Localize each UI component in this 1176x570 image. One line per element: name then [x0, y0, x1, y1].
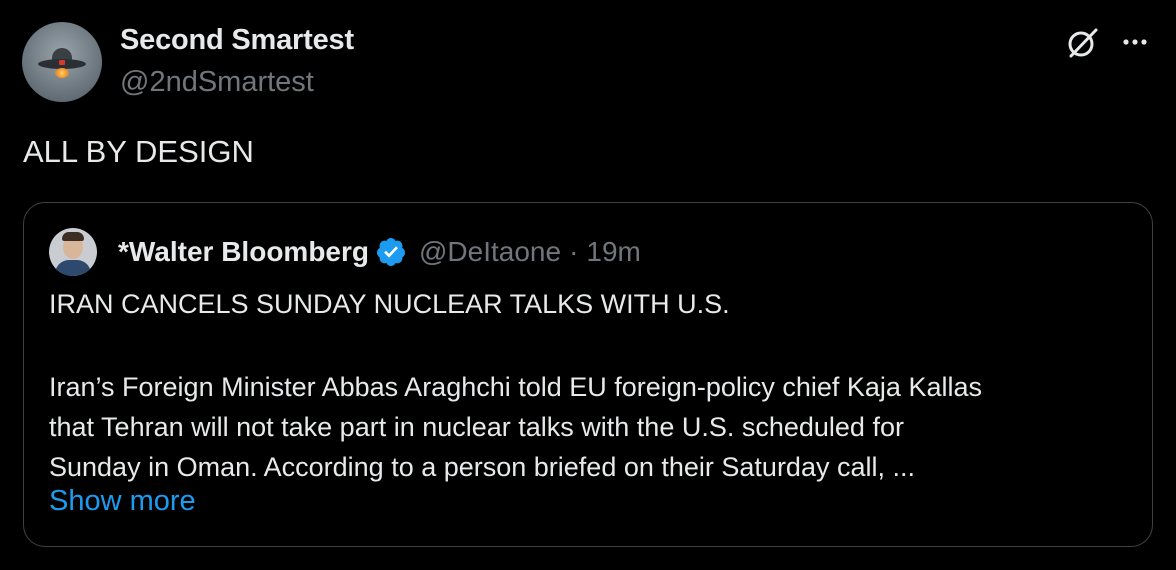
- avatar-hair-shape: [62, 232, 84, 241]
- ufo-red-light: [59, 60, 65, 65]
- quoted-post-headline: IRAN CANCELS SUNDAY NUCLEAR TALKS WITH U…: [49, 289, 730, 319]
- quoted-body-line: that Tehran will not take part in nuclea…: [49, 412, 904, 442]
- author-avatar[interactable]: [22, 22, 102, 102]
- quoted-post-header: *Walter Bloomberg @DeItaone · 19m: [118, 236, 641, 268]
- quoted-post-card[interactable]: *Walter Bloomberg @DeItaone · 19m IRAN C…: [23, 202, 1153, 547]
- author-display-name[interactable]: Second Smartest: [120, 24, 354, 57]
- verified-badge-icon: [376, 238, 405, 266]
- quoted-author-name[interactable]: *Walter Bloomberg: [118, 236, 369, 268]
- show-more-link[interactable]: Show more: [49, 485, 196, 518]
- avatar-body-shape: [55, 260, 91, 276]
- quoted-body-line: Iran’s Foreign Minister Abbas Araghchi t…: [49, 372, 982, 402]
- quoted-author-handle[interactable]: @DeItaone: [419, 236, 561, 268]
- grok-icon[interactable]: [1066, 26, 1100, 60]
- author-handle[interactable]: @2ndSmartest: [120, 66, 314, 99]
- tweet: Second Smartest @2ndSmartest ALL BY DESI…: [0, 0, 1176, 570]
- more-dots-icon[interactable]: [1118, 30, 1152, 54]
- ufo-beam-light: [55, 68, 69, 78]
- quoted-body-line: Sunday in Oman. According to a person br…: [49, 452, 915, 482]
- separator-dot: ·: [569, 236, 579, 267]
- quoted-author-avatar[interactable]: [49, 228, 97, 276]
- quoted-post-body: Iran’s Foreign Minister Abbas Araghchi t…: [49, 367, 1129, 487]
- quoted-post-timestamp[interactable]: 19m: [586, 236, 640, 268]
- post-text: ALL BY DESIGN: [23, 134, 254, 169]
